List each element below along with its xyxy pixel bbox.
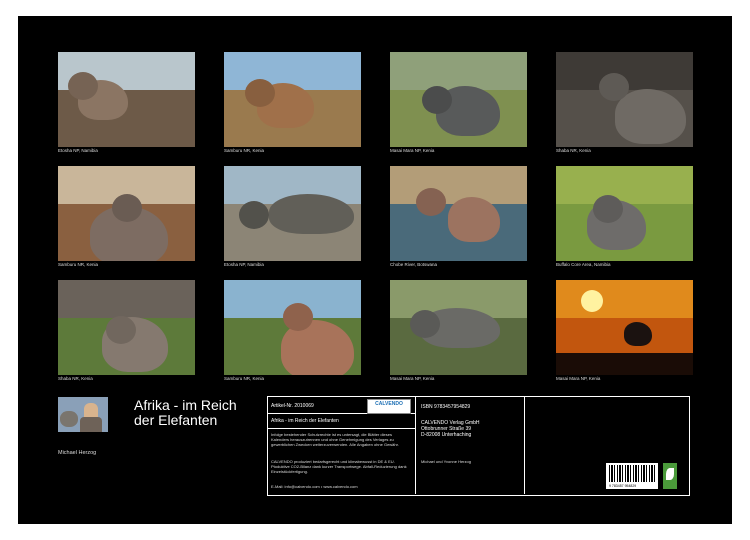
calendar-title-line2: der Elefanten: [134, 412, 218, 428]
photo-caption: Shaba NR, Kenia: [58, 376, 93, 381]
elephant-ear: [239, 201, 269, 229]
photo-caption: Chobe River, Botswana: [390, 262, 438, 267]
photo-caption: Samburu NR, Kenia: [58, 262, 99, 267]
fsc-leaf-icon: [663, 463, 677, 489]
barcode: 9 783457 954829: [606, 463, 658, 489]
author-photo: [58, 397, 108, 432]
photo-sky: [556, 280, 693, 318]
elephant-photo: [390, 52, 527, 147]
elephant-photo: [556, 280, 693, 375]
elephant-ear: [410, 310, 440, 338]
horizon-band: [556, 353, 693, 375]
article-number: Artikel-Nr. 2010069: [271, 403, 314, 409]
photo-caption: Masai Mara NP, Kenia: [390, 148, 435, 153]
elephant-ear: [112, 194, 142, 222]
elephant-ear: [245, 79, 275, 107]
photo-caption: Shaba NR, Kenia: [556, 148, 591, 153]
calendar-title-line1: Afrika - im Reich: [134, 397, 237, 413]
contact-line: E-Mail: info@calvendo.com • www.calvendo…: [271, 484, 358, 489]
barcode-bars: [609, 465, 655, 482]
elephant-photo: [224, 166, 361, 261]
isbn: ISBN 9783457954829: [421, 404, 471, 410]
photo-caption: Masai Mara NP, Kenia: [556, 376, 601, 381]
elephant-photo: [390, 280, 527, 375]
photographers: Michael und Yvonne Herzog: [421, 459, 471, 464]
elephant-photo: [224, 280, 361, 375]
publisher-city: D-82008 Unterhaching: [421, 432, 472, 438]
elephant-photo: [58, 280, 195, 375]
eco-notice: CALVENDO produziert bedarfsgerecht und k…: [271, 459, 407, 474]
elephant-shape: [269, 194, 354, 234]
copyright-notice: Infolge bestehender Schutzrechte ist es …: [271, 432, 399, 447]
photo-sky: [58, 280, 195, 318]
photo-sky: [390, 166, 527, 204]
elephant-photo: [556, 166, 693, 261]
calvendo-logo: CALVENDO: [367, 399, 411, 414]
author-photo-elephant: [60, 411, 78, 427]
elephant-ear: [106, 316, 136, 344]
imprint-middle-column: [416, 396, 525, 494]
calendar-title: Afrika - im Reich der Elefanten: [134, 398, 259, 428]
author-photo-shirt: [80, 417, 102, 432]
elephant-photo: [390, 166, 527, 261]
photo-caption: Buffalo Core Area, Namibia: [556, 262, 611, 267]
photo-caption: Samburu NR, Kenia: [224, 376, 265, 381]
elephant-photo: [224, 52, 361, 147]
photo-caption: Etosha NP, Namibia: [58, 148, 98, 153]
elephant-photo: [58, 166, 195, 261]
sun-icon: [581, 290, 603, 312]
elephant-ear: [593, 195, 623, 223]
photo-sky: [556, 166, 693, 204]
photo-caption: Samburu NR, Kenia: [224, 148, 265, 153]
photo-sky: [390, 52, 527, 90]
barcode-number: 9 783457 954829: [609, 484, 637, 488]
elephant-ear: [68, 72, 98, 100]
elephant-ear: [416, 188, 446, 216]
elephant-photo: [58, 52, 195, 147]
photo-caption: Etosha NP, Namibia: [224, 262, 264, 267]
photo-caption: Masai Mara NP, Kenia: [390, 376, 435, 381]
elephant-ear: [599, 73, 629, 101]
elephant-ear: [283, 303, 313, 331]
author-name: Michael Herzog: [58, 450, 97, 456]
product-title: Afrika - im Reich der Elefanten: [271, 418, 339, 424]
imprint-divider-2: [267, 428, 415, 429]
elephant-photo: [556, 52, 693, 147]
elephant-ear: [422, 86, 452, 114]
elephant-silhouette: [624, 322, 652, 346]
leaf-icon: [666, 468, 674, 480]
